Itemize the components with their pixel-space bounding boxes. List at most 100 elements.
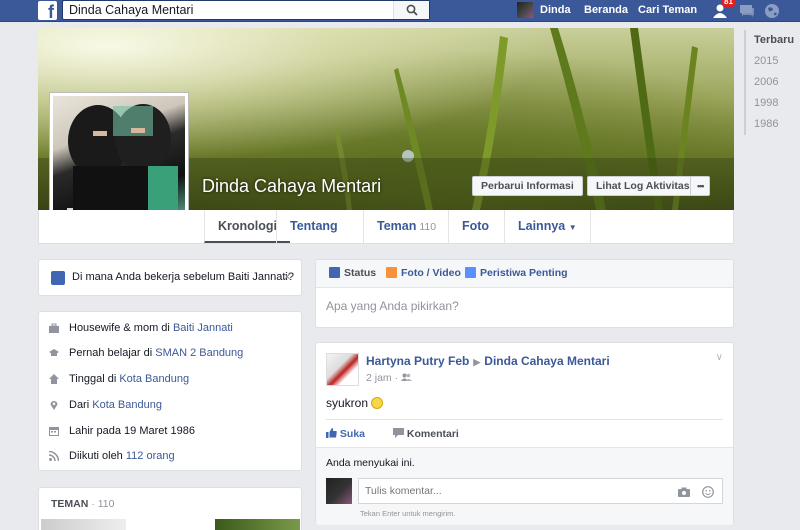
comment-input[interactable] [359, 479, 659, 503]
friends-title[interactable]: TEMAN · 110 [51, 498, 114, 510]
comment-hint: Tekan Enter untuk mengirim. [360, 509, 456, 518]
likes-text: Anda menyukai ini. [326, 457, 415, 469]
composer-tab-status-label: Status [344, 267, 377, 279]
tab-photos[interactable]: Foto [448, 210, 502, 243]
intro-school-prefix: Pernah belajar di [69, 347, 156, 359]
friends-title-label: TEMAN [51, 498, 89, 510]
post-options-chevron-icon[interactable]: ∨ [716, 352, 723, 363]
chevron-down-icon: ▼ [568, 223, 577, 232]
post-author-link[interactable]: Hartyna Putry Feb [366, 354, 469, 368]
camera-icon[interactable] [678, 486, 690, 498]
commenter-avatar[interactable] [326, 478, 352, 504]
friend-requests-badge: 81 [722, 0, 735, 7]
search-box [62, 0, 430, 20]
post-target-link[interactable]: Dinda Cahaya Mentari [484, 354, 609, 368]
photo-icon [386, 267, 397, 278]
arrow-right-icon: ▶ [473, 357, 481, 367]
briefcase-icon [51, 271, 65, 285]
friends-title-separator: · [88, 498, 98, 510]
location-pin-icon [50, 401, 58, 410]
friends-card: TEMAN · 110 [38, 487, 302, 530]
emoji-icon[interactable] [702, 486, 714, 498]
post-meta: 2 jam · [366, 372, 413, 384]
tab-friends[interactable]: Teman 110 [363, 210, 449, 243]
composer-tab-photo-label: Foto / Video [401, 267, 461, 279]
post-author-avatar[interactable] [326, 353, 359, 386]
comment-label: Komentari [406, 428, 459, 440]
calendar-icon [49, 427, 59, 436]
intro-work-link[interactable]: Baiti Jannati [173, 322, 233, 334]
messages-icon[interactable] [738, 2, 756, 20]
like-button[interactable]: Suka [326, 428, 365, 440]
user-avatar[interactable] [517, 2, 533, 18]
year-1998[interactable]: 1998 [746, 93, 794, 114]
user-profile-link[interactable]: Dinda [540, 0, 571, 22]
globe-icon[interactable] [763, 2, 781, 20]
tab-friends-label: Teman [377, 219, 417, 233]
facebook-logo[interactable]: f [38, 1, 57, 20]
tab-more-label: Lainnya [518, 219, 566, 233]
composer-tab-status[interactable]: Status [329, 267, 376, 279]
year-2006[interactable]: 2006 [746, 72, 794, 93]
briefcase-icon [49, 323, 59, 333]
tab-more[interactable]: Lainnya ▼ [504, 210, 591, 243]
activity-log-button[interactable]: Lihat Log Aktivitas [587, 176, 699, 196]
search-icon [406, 4, 418, 16]
rss-icon [49, 451, 59, 461]
thumbs-up-icon [326, 428, 337, 438]
house-icon [49, 374, 59, 384]
post-composer: Status Foto / Video Peristiwa Penting Ap… [315, 259, 734, 328]
profile-name: Dinda Cahaya Mentari [202, 176, 382, 196]
year-latest[interactable]: Terbaru [746, 30, 794, 51]
comment-icon [393, 428, 404, 438]
intro-card: Housewife & mom di Baiti Jannati Pernah … [38, 311, 302, 471]
intro-from-prefix: Dari [69, 399, 93, 411]
friends-count: 110 [97, 498, 115, 510]
like-label: Suka [339, 428, 366, 440]
profile-tabs: Kronologi Tentang Teman 110 Foto Lainnya … [38, 210, 734, 244]
graduation-cap-icon [49, 349, 59, 356]
friend-thumbnail[interactable] [41, 519, 126, 530]
tab-friends-count: 110 [419, 221, 437, 233]
friend-thumbnail[interactable] [215, 519, 300, 530]
work-question-text: Di mana Anda bekerja sebelum Baiti Janna… [72, 271, 294, 283]
comment-button[interactable]: Komentari [393, 428, 459, 440]
pencil-icon [329, 267, 340, 278]
profile-photo [53, 96, 185, 228]
tab-about[interactable]: Tentang [276, 210, 351, 243]
composer-tab-photo[interactable]: Foto / Video [386, 267, 461, 279]
close-icon[interactable]: × [283, 269, 291, 284]
find-friends-link[interactable]: Cari Teman [638, 0, 697, 22]
post-text-body: syukron [326, 396, 369, 410]
top-bar: f Dinda Beranda Cari Teman 81 [0, 0, 800, 22]
post-text: syukron [326, 396, 384, 410]
more-options-button[interactable]: ••• [690, 176, 711, 196]
comment-box [358, 478, 723, 504]
composer-input[interactable]: Apa yang Anda pikirkan? [326, 299, 459, 313]
work-question-card[interactable]: Di mana Anda bekerja sebelum Baiti Janna… [38, 259, 302, 296]
composer-tabs: Status Foto / Video Peristiwa Penting [316, 260, 733, 288]
friends-privacy-icon[interactable] [401, 373, 413, 381]
intro-followers-prefix: Diikuti oleh [69, 450, 126, 462]
timeline-years-nav: Terbaru 2015 2006 1998 1986 [744, 30, 794, 135]
search-input[interactable] [63, 1, 393, 19]
post-header: Hartyna Putry Feb ▶ Dinda Cahaya Mentari [366, 354, 610, 368]
post-time[interactable]: 2 jam [366, 372, 392, 384]
intro-birthday-text: Lahir pada 19 Maret 1986 [69, 425, 195, 437]
home-link[interactable]: Beranda [584, 0, 628, 22]
update-info-button[interactable]: Perbarui Informasi [472, 176, 583, 196]
smiley-emoji-icon [371, 397, 384, 409]
composer-tab-life-event-label: Peristiwa Penting [480, 267, 568, 279]
intro-lives-link[interactable]: Kota Bandung [119, 373, 189, 385]
year-2015[interactable]: 2015 [746, 51, 794, 72]
intro-lives-prefix: Tinggal di [69, 373, 120, 385]
intro-work-prefix: Housewife & mom di [69, 322, 173, 334]
intro-followers-link[interactable]: 112 orang [126, 450, 175, 462]
search-button[interactable] [393, 1, 429, 19]
intro-school-link[interactable]: SMAN 2 Bandung [155, 347, 243, 359]
year-1986[interactable]: 1986 [746, 114, 794, 135]
intro-from-link[interactable]: Kota Bandung [92, 399, 162, 411]
post-card: Hartyna Putry Feb ▶ Dinda Cahaya Mentari 2… [315, 342, 734, 525]
composer-tab-life-event[interactable]: Peristiwa Penting [465, 267, 568, 279]
post-feedback-area: Anda menyukai ini. Tekan Enter untuk men… [316, 447, 733, 525]
